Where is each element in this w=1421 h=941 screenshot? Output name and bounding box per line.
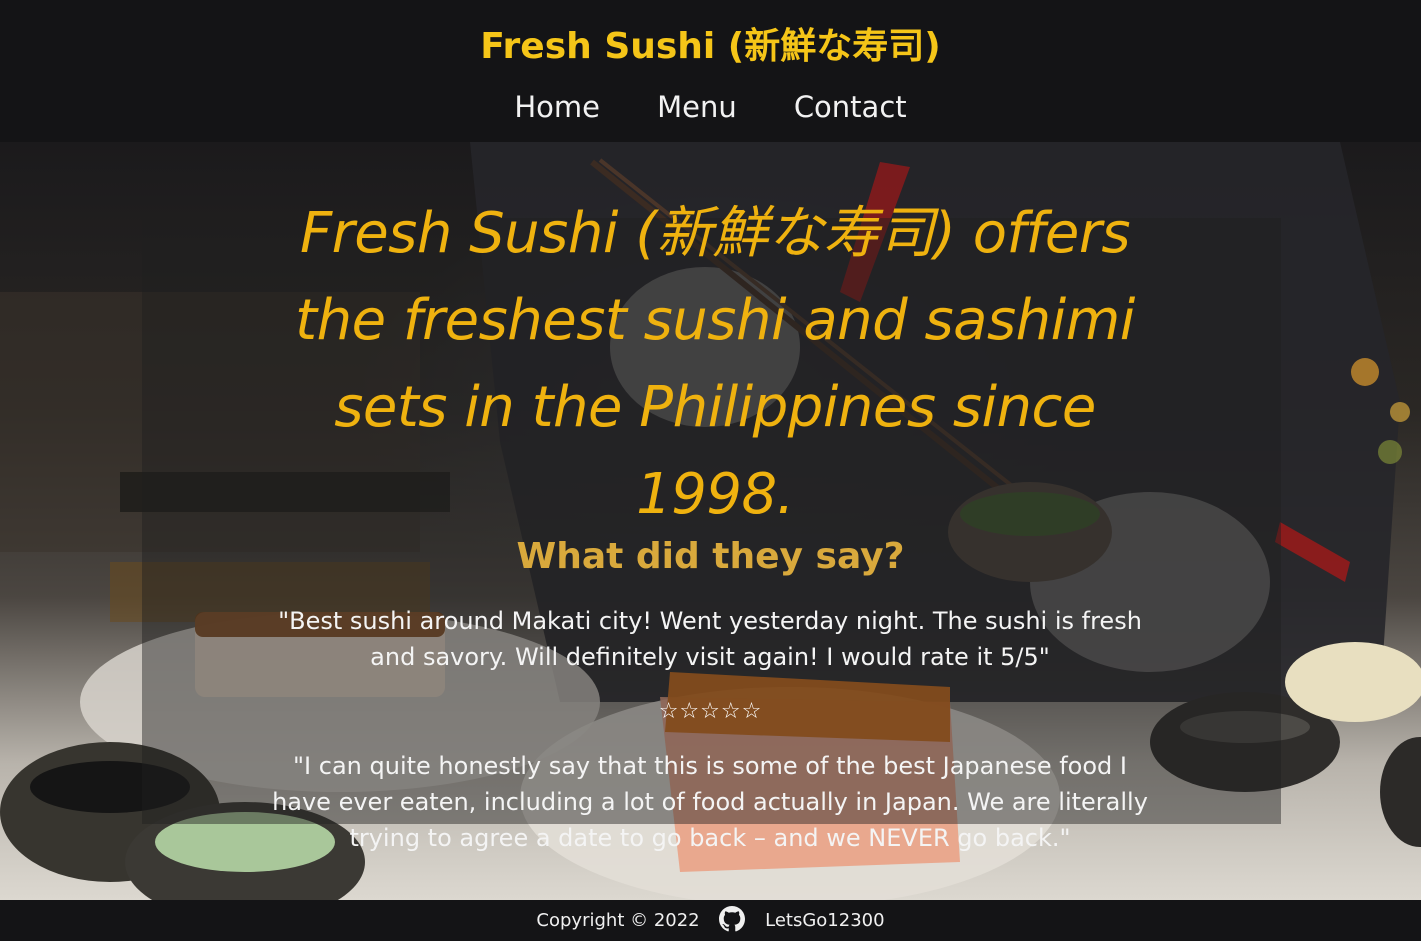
nav-menu-link[interactable]: Menu <box>657 88 737 126</box>
reviews-heading: What did they say? <box>516 536 905 577</box>
star-rating: ☆☆☆☆☆ <box>658 699 763 724</box>
hero-tagline: Fresh Sushi (新鮮な寿司) offers the freshest … <box>295 201 1135 527</box>
copyright-text: Copyright © 2022 <box>536 910 700 931</box>
review-quote: "Best sushi around Makati city! Went yes… <box>278 607 1142 671</box>
main-nav: Home Menu Contact <box>0 88 1421 126</box>
site-title[interactable]: Fresh Sushi (新鮮な寿司) <box>0 24 1421 70</box>
review-quote: "I can quite honestly say that this is s… <box>272 752 1148 852</box>
github-username-link[interactable]: LetsGo12300 <box>765 910 884 931</box>
nav-home-link[interactable]: Home <box>514 88 600 126</box>
github-icon[interactable] <box>719 906 746 932</box>
site-footer: Copyright © 2022 LetsGo12300 <box>0 900 1421 941</box>
nav-contact-link[interactable]: Contact <box>794 88 907 126</box>
site-header: Fresh Sushi (新鮮な寿司) Home Menu Contact <box>0 0 1421 142</box>
